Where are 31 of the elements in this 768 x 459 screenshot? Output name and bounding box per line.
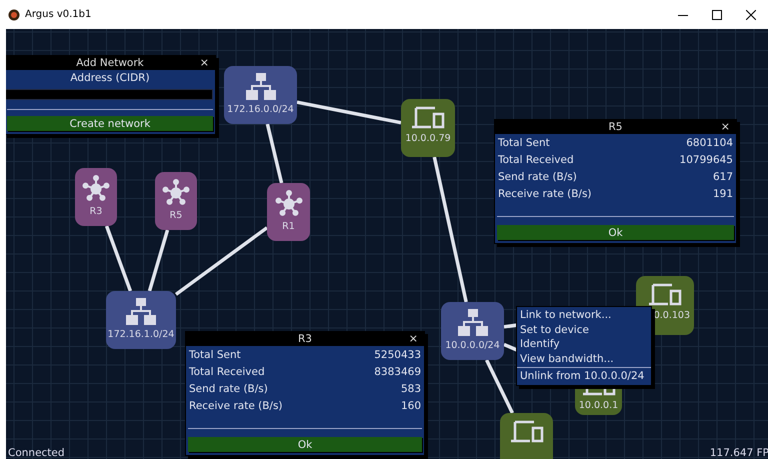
stat-value: 10799645 — [680, 154, 733, 166]
stat-value: 6801104 — [686, 136, 733, 148]
stat-value: 5250433 — [374, 348, 421, 360]
node-label: R3 — [90, 206, 102, 217]
field-label: Address (CIDR) — [69, 71, 151, 86]
dialog-title: R3 — [298, 333, 312, 345]
stat-label: Send rate (B/s) — [189, 382, 268, 394]
stat-value: 160 — [400, 400, 421, 412]
stat-label: Total Received — [498, 154, 574, 166]
node-label: 0.0.103 — [654, 310, 690, 321]
dialog-title: R5 — [608, 121, 622, 133]
stat-label: Receive rate (B/s) — [498, 188, 592, 200]
stat-label: Total Sent — [498, 136, 550, 148]
connection-status: Connected — [8, 448, 65, 459]
stat-label: Total Sent — [189, 348, 241, 360]
node-label: 10.0.0.0/24 — [445, 340, 500, 351]
stat-value: 617 — [712, 170, 733, 182]
node-label: 172.16.0.0/24 — [227, 104, 294, 115]
node-label: 172.16.1.0/24 — [108, 329, 174, 340]
node-label: 10.0.0.1 — [578, 400, 618, 411]
stat-value: 583 — [400, 382, 421, 394]
stat-value: 191 — [712, 188, 733, 200]
window-title: Argus v0.1b1 — [25, 9, 92, 20]
stat-label: Receive rate (B/s) — [189, 400, 283, 412]
stat-label: Send rate (B/s) — [498, 170, 577, 182]
dialog-title: Add Network — [76, 57, 144, 69]
stat-label: Total Received — [189, 366, 265, 378]
node-label: 10.0.0.79 — [405, 133, 451, 144]
node-label: R1 — [282, 221, 295, 232]
stat-value: 8383469 — [374, 366, 421, 378]
node-label: R5 — [170, 210, 182, 221]
